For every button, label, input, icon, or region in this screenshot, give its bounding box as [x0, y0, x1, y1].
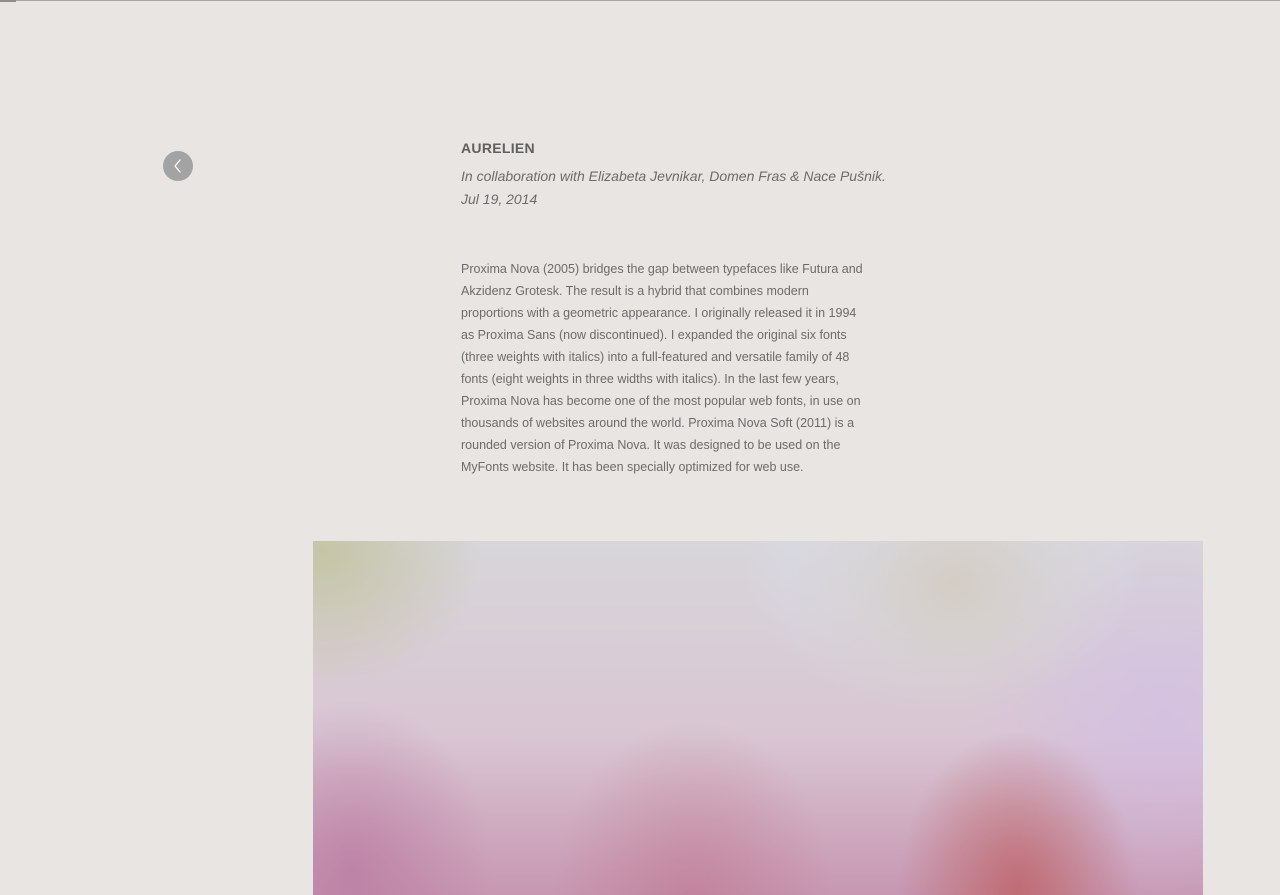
article-credit: In collaboration with Elizabeta Jevnikar…	[461, 168, 886, 184]
article: AURELIEN In collaboration with Elizabeta…	[461, 139, 886, 478]
article-title: AURELIEN	[461, 140, 535, 156]
article-body: Proxima Nova (2005) bridges the gap betw…	[461, 262, 863, 474]
top-border	[0, 0, 1280, 1]
back-button[interactable]	[163, 151, 193, 181]
chevron-left-icon	[172, 158, 184, 174]
top-border-accent	[0, 0, 16, 2]
hero-image	[313, 541, 1203, 895]
article-date: Jul 19, 2014	[461, 191, 538, 207]
